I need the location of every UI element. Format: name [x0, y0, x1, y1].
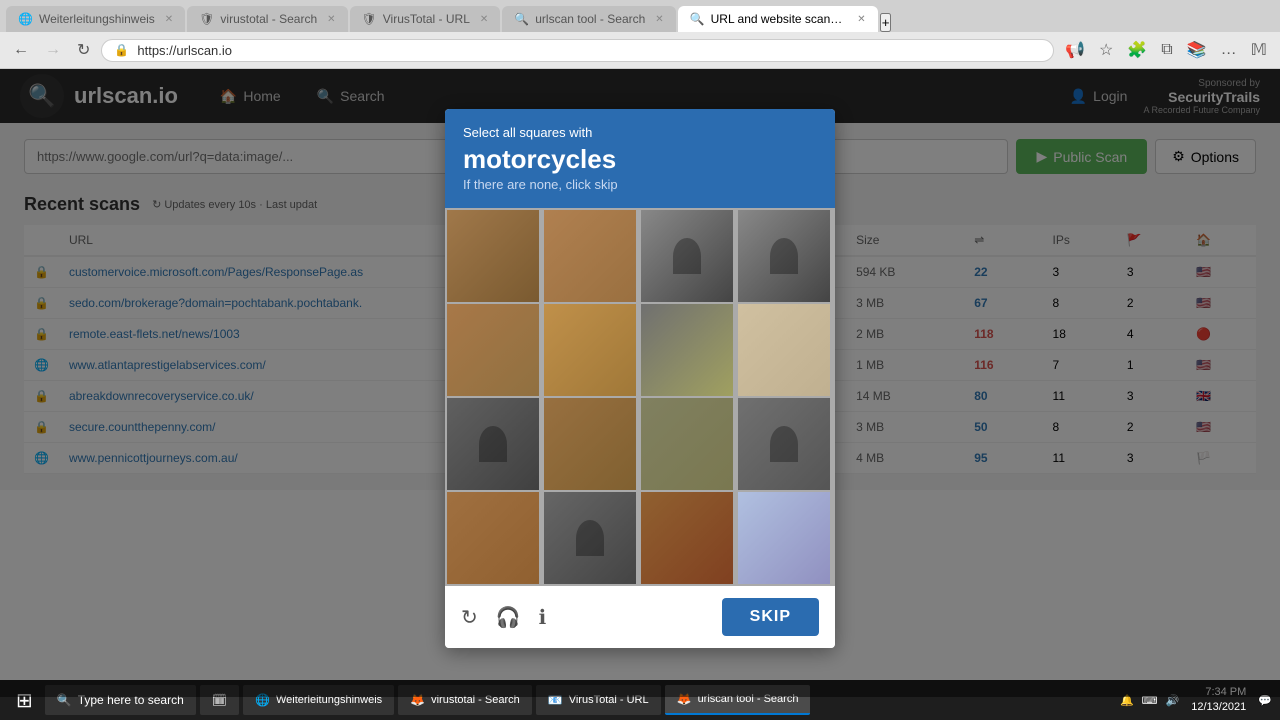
clock-date: 12/13/2021	[1191, 700, 1246, 715]
tab-favicon: 🛡	[362, 12, 377, 26]
captcha-cell[interactable]	[544, 304, 636, 396]
captcha-cell[interactable]	[544, 398, 636, 490]
captcha-cell[interactable]	[544, 210, 636, 302]
page-wrapper: 🔍 urlscan.io 🏠 Home 🔍 Search 👤 Login Spo…	[0, 69, 1280, 697]
tab-bar: 🌐 Weiterleitungshinweis ✕ 🛡 virustotal -…	[0, 0, 1280, 32]
extensions-button[interactable]: 🧩	[1122, 37, 1152, 63]
captcha-cell[interactable]	[447, 304, 539, 396]
captcha-cell[interactable]	[738, 304, 830, 396]
tab-favicon: 🔍	[690, 12, 705, 26]
captcha-info-icon[interactable]: ℹ	[539, 605, 547, 630]
captcha-header: Select all squares with motorcycles If t…	[445, 109, 835, 208]
forward-button[interactable]: →	[40, 39, 66, 61]
tab-title: VirusTotal - URL	[383, 12, 470, 26]
browser-chrome: 🌐 Weiterleitungshinweis ✕ 🛡 virustotal -…	[0, 0, 1280, 69]
tab-close-icon[interactable]: ✕	[655, 14, 663, 25]
collections-button[interactable]: 📚	[1182, 37, 1212, 63]
tab-urlscan-search[interactable]: 🔍 urlscan tool - Search ✕	[502, 6, 675, 32]
tab-close-icon[interactable]: ✕	[165, 14, 173, 25]
captcha-cell[interactable]	[447, 210, 539, 302]
captcha-cell[interactable]	[447, 492, 539, 584]
captcha-instruction: Select all squares with	[463, 125, 817, 140]
sidebar-button[interactable]: 𝕄	[1246, 37, 1272, 63]
tab-title: Weiterleitungshinweis	[39, 12, 155, 26]
url-display: https://urlscan.io	[137, 43, 1041, 58]
captcha-footer: ↻ 🎧 ℹ SKIP	[445, 586, 835, 648]
favorites-button[interactable]: ☆	[1094, 37, 1118, 63]
lock-icon: 🔒	[114, 43, 129, 57]
tab-weiterleitungshinweis[interactable]: 🌐 Weiterleitungshinweis ✕	[6, 6, 185, 32]
tab-favicon: 🔍	[514, 12, 529, 26]
captcha-skip-button[interactable]: SKIP	[722, 598, 819, 636]
captcha-reload-icon[interactable]: ↻	[461, 605, 478, 630]
address-bar-row: ← → ↻ 🔒 https://urlscan.io 📢 ☆ 🧩 ⧉ 📚 … 𝕄	[0, 32, 1280, 68]
captcha-cell[interactable]	[738, 398, 830, 490]
back-button[interactable]: ←	[8, 39, 34, 61]
captcha-box: Select all squares with motorcycles If t…	[445, 109, 835, 648]
tab-title: virustotal - Search	[220, 12, 317, 26]
captcha-overlay: Select all squares with motorcycles If t…	[0, 69, 1280, 697]
toolbar-actions: 📢 ☆ 🧩 ⧉ 📚 … 𝕄	[1060, 37, 1272, 63]
reload-button[interactable]: ↻	[72, 38, 95, 62]
captcha-cell[interactable]	[641, 492, 733, 584]
captcha-actions: ↻ 🎧 ℹ	[461, 605, 546, 630]
tab-title: urlscan tool - Search	[535, 12, 645, 26]
captcha-cell[interactable]	[447, 398, 539, 490]
tab-favicon: 🛡	[199, 12, 214, 26]
tab-virustotal-url[interactable]: 🛡 VirusTotal - URL ✕	[350, 6, 501, 32]
new-tab-button[interactable]: +	[880, 13, 892, 32]
tab-virustotal-search[interactable]: 🛡 virustotal - Search ✕	[187, 6, 347, 32]
captcha-cell[interactable]	[641, 398, 733, 490]
captcha-word: motorcycles	[463, 144, 817, 175]
tab-title: URL and website scanner...	[711, 12, 848, 26]
tab-close-icon[interactable]: ✕	[327, 14, 335, 25]
captcha-note: If there are none, click skip	[463, 177, 817, 192]
split-button[interactable]: ⧉	[1156, 38, 1177, 62]
captcha-cell[interactable]	[738, 492, 830, 584]
captcha-audio-icon[interactable]: 🎧	[496, 605, 521, 630]
captcha-grid	[445, 208, 835, 586]
tab-favicon: 🌐	[18, 12, 33, 26]
address-bar[interactable]: 🔒 https://urlscan.io	[101, 39, 1054, 62]
read-aloud-button[interactable]: 📢	[1060, 37, 1090, 63]
tab-close-icon[interactable]: ✕	[857, 14, 865, 25]
captcha-cell[interactable]	[544, 492, 636, 584]
browser-menu-button[interactable]: …	[1216, 38, 1242, 62]
tab-urlscan-active[interactable]: 🔍 URL and website scanner... ✕	[678, 6, 878, 32]
captcha-cell[interactable]	[738, 210, 830, 302]
captcha-cell[interactable]	[641, 210, 733, 302]
tab-close-icon[interactable]: ✕	[480, 14, 488, 25]
captcha-cell[interactable]	[641, 304, 733, 396]
